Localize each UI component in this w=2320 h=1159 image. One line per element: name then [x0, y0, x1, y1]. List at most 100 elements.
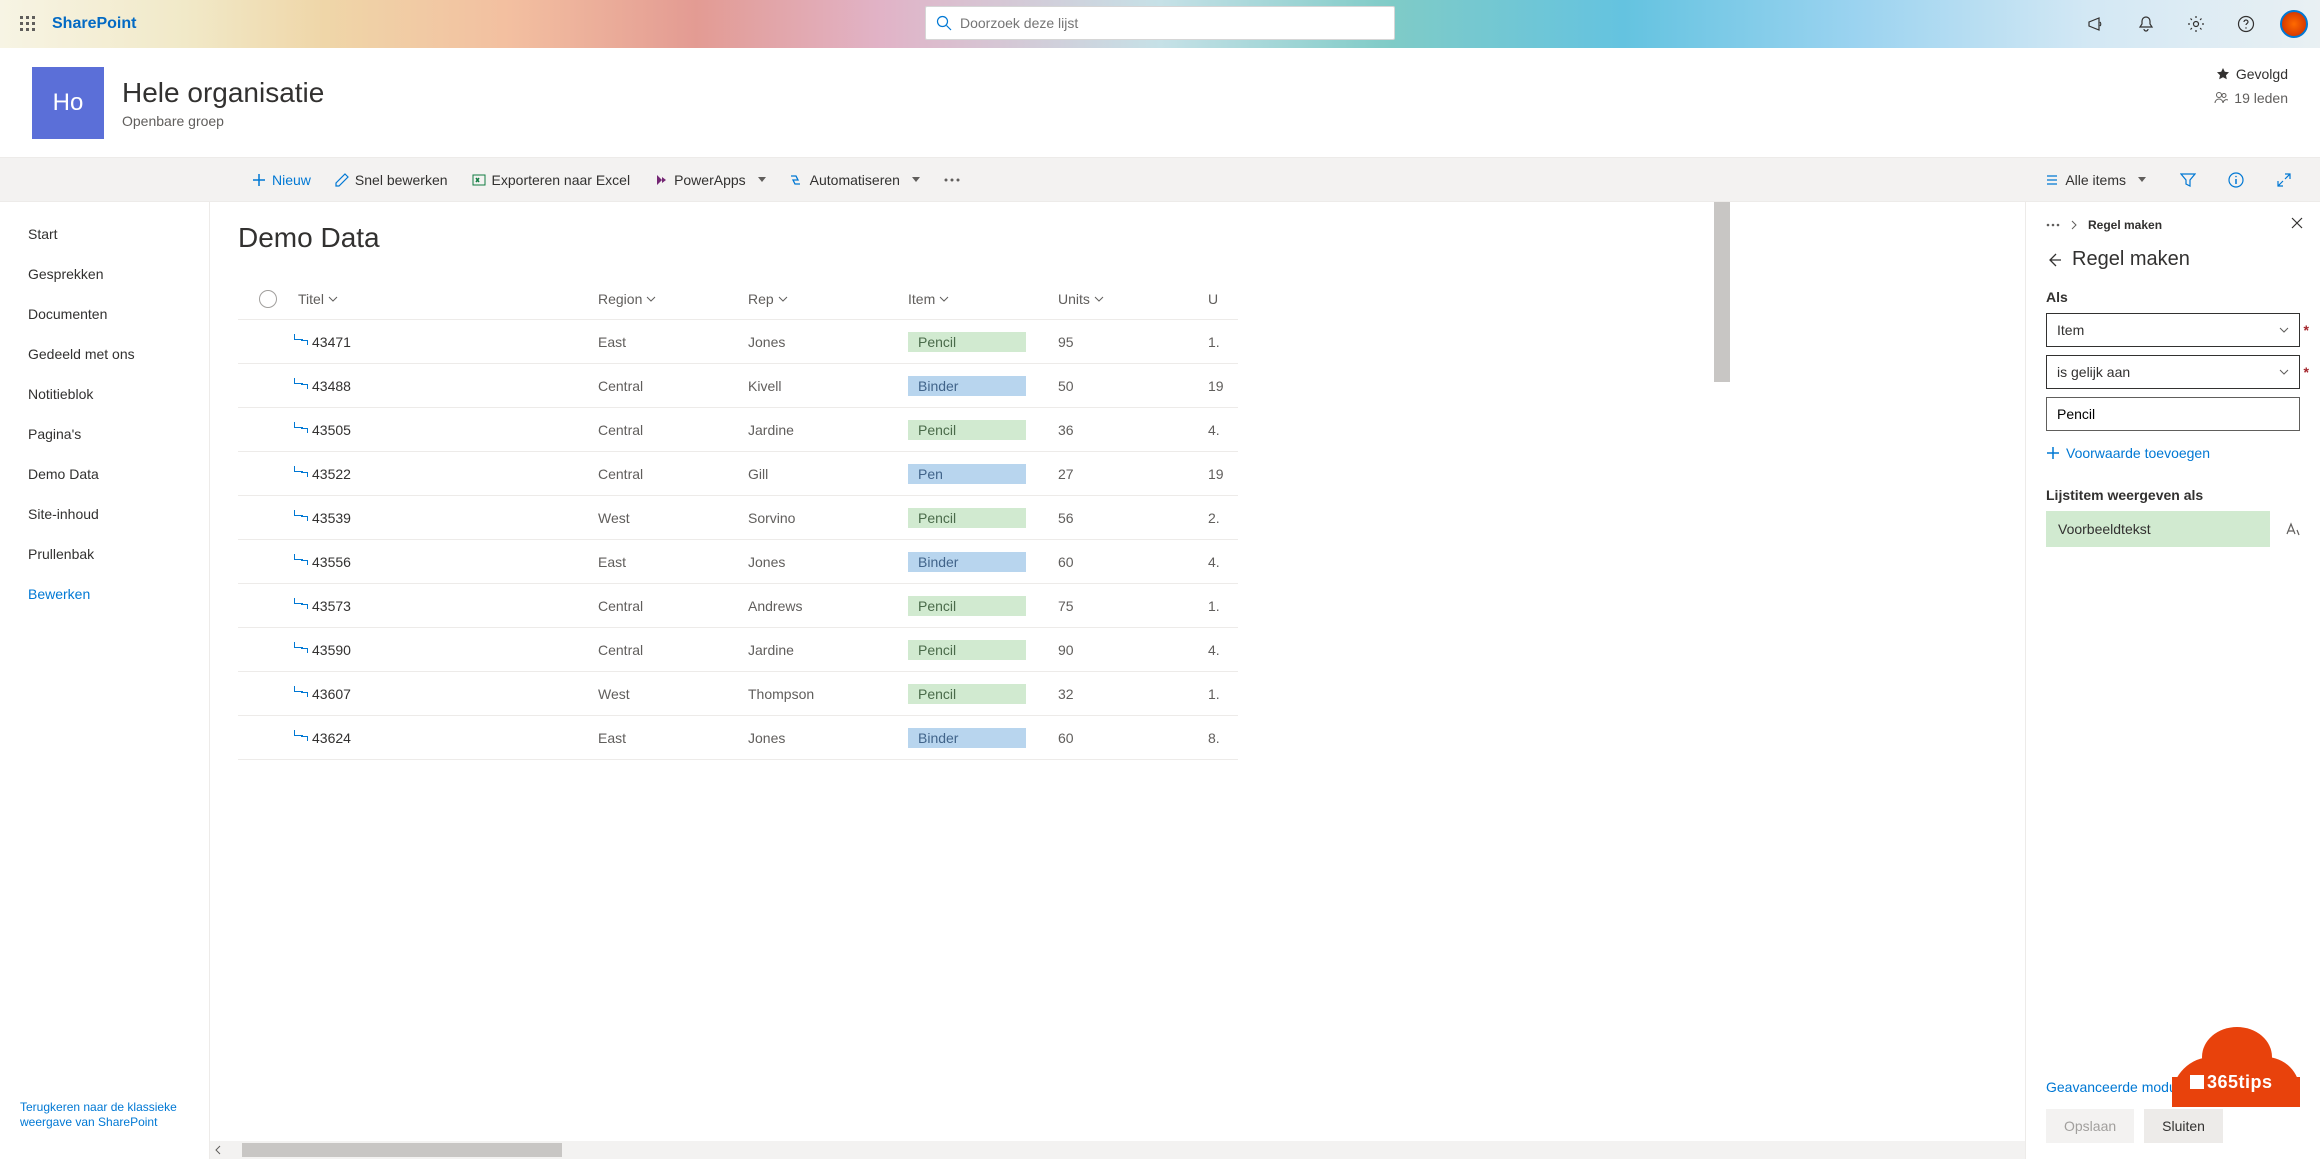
cell-title: 43488: [312, 378, 351, 394]
quick-edit-button[interactable]: Snel bewerken: [325, 164, 458, 196]
chevron-down-icon: [778, 294, 788, 304]
table-row[interactable]: 43471EastJonesPencil951.: [238, 320, 1238, 364]
close-panel-button[interactable]: [2290, 216, 2304, 233]
cell-rep: Jones: [748, 730, 908, 746]
column-header-rep[interactable]: Rep: [748, 291, 908, 307]
field-select[interactable]: Item: [2046, 313, 2300, 347]
expand-icon: [2276, 172, 2292, 188]
nav-item-notitieblok[interactable]: Notitieblok: [0, 374, 209, 414]
item-type-icon: [298, 642, 306, 650]
megaphone-icon[interactable]: [2080, 8, 2112, 40]
advanced-mode-link[interactable]: Geavanceerde modus: [2046, 1079, 2300, 1095]
save-button[interactable]: Opslaan: [2046, 1109, 2134, 1143]
plus-icon: [2046, 446, 2060, 460]
table-row[interactable]: 43590CentralJardinePencil904.: [238, 628, 1238, 672]
nav-item-bewerken[interactable]: Bewerken: [0, 574, 209, 614]
members-count[interactable]: 19 leden: [2214, 90, 2288, 106]
sample-preview: Voorbeeldtekst: [2046, 511, 2270, 547]
expand-button[interactable]: [2268, 164, 2300, 196]
table-header: Titel Region Rep Item Units U: [238, 278, 1238, 320]
font-style-icon[interactable]: [2284, 521, 2300, 537]
item-type-icon: [298, 334, 306, 342]
classic-view-link[interactable]: Terugkeren naar de klassieke weergave va…: [0, 1088, 209, 1147]
cell-item-pill: Binder: [908, 376, 1026, 396]
cell-u: 19: [1208, 378, 1238, 394]
cell-rep: Andrews: [748, 598, 908, 614]
back-icon[interactable]: [2046, 252, 2062, 268]
cell-region: Central: [598, 642, 748, 658]
cell-u: 1.: [1208, 334, 1238, 350]
site-name[interactable]: Hele organisatie: [122, 77, 324, 109]
nav-item-pagina-s[interactable]: Pagina's: [0, 414, 209, 454]
table-row[interactable]: 43505CentralJardinePencil364.: [238, 408, 1238, 452]
select-all-checkbox[interactable]: [259, 290, 277, 308]
new-button[interactable]: Nieuw: [242, 164, 321, 196]
nav-item-demo-data[interactable]: Demo Data: [0, 454, 209, 494]
nav-item-gedeeld-met-ons[interactable]: Gedeeld met ons: [0, 334, 209, 374]
add-condition-button[interactable]: Voorwaarde toevoegen: [2046, 445, 2300, 461]
more-button[interactable]: [934, 164, 970, 196]
condition-select[interactable]: is gelijk aan: [2046, 355, 2300, 389]
table-row[interactable]: 43556EastJonesBinder604.: [238, 540, 1238, 584]
search-box[interactable]: [925, 6, 1395, 40]
excel-icon: [472, 173, 486, 187]
item-type-icon: [298, 554, 306, 562]
chevron-down-icon: [1094, 294, 1104, 304]
column-header-region[interactable]: Region: [598, 291, 748, 307]
automate-button[interactable]: Automatiseren: [780, 164, 930, 196]
vertical-scrollbar[interactable]: [1714, 202, 1730, 1141]
list-title: Demo Data: [238, 218, 2025, 278]
cell-units: 60: [1058, 730, 1208, 746]
app-launcher[interactable]: [12, 8, 44, 40]
nav-item-start[interactable]: Start: [0, 214, 209, 254]
brand-name[interactable]: SharePoint: [52, 15, 136, 33]
cell-item-pill: Binder: [908, 728, 1026, 748]
cell-region: Central: [598, 378, 748, 394]
chevron-down-icon: [2279, 367, 2289, 377]
value-input[interactable]: [2046, 397, 2300, 431]
powerapps-button[interactable]: PowerApps: [644, 164, 776, 196]
export-excel-button[interactable]: Exporteren naar Excel: [462, 164, 641, 196]
column-header-title[interactable]: Titel: [298, 291, 598, 307]
cell-rep: Jardine: [748, 422, 908, 438]
close-button[interactable]: Sluiten: [2144, 1109, 2223, 1143]
view-selector[interactable]: Alle items: [2035, 164, 2156, 196]
nav-item-prullenbak[interactable]: Prullenbak: [0, 534, 209, 574]
avatar[interactable]: [2280, 10, 2308, 38]
help-icon[interactable]: [2230, 8, 2262, 40]
panel-breadcrumb: Regel maken: [2046, 218, 2300, 232]
column-header-u[interactable]: U: [1208, 291, 1238, 307]
cell-region: East: [598, 554, 748, 570]
filter-button[interactable]: [2172, 164, 2204, 196]
info-button[interactable]: [2220, 164, 2252, 196]
ellipsis-icon[interactable]: [2046, 223, 2060, 227]
table-row[interactable]: 43624EastJonesBinder608.: [238, 716, 1238, 760]
ellipsis-icon: [944, 178, 960, 182]
gear-icon[interactable]: [2180, 8, 2212, 40]
nav-item-gesprekken[interactable]: Gesprekken: [0, 254, 209, 294]
list-main: Demo Data Titel Region Rep Item Units U …: [210, 202, 2025, 1159]
site-header: Ho Hele organisatie Openbare groep Gevol…: [0, 48, 2320, 158]
nav-item-documenten[interactable]: Documenten: [0, 294, 209, 334]
chevron-left-icon[interactable]: [213, 1145, 223, 1155]
column-header-units[interactable]: Units: [1058, 291, 1208, 307]
table-row[interactable]: 43522CentralGillPen2719: [238, 452, 1238, 496]
cell-item-pill: Pencil: [908, 684, 1026, 704]
item-type-icon: [298, 422, 306, 430]
table-row[interactable]: 43539WestSorvinoPencil562.: [238, 496, 1238, 540]
pencil-icon: [335, 173, 349, 187]
cell-units: 27: [1058, 466, 1208, 482]
table-row[interactable]: 43488CentralKivellBinder5019: [238, 364, 1238, 408]
search-input[interactable]: [960, 15, 1384, 31]
table-row[interactable]: 43607WestThompsonPencil321.: [238, 672, 1238, 716]
horizontal-scrollbar[interactable]: [210, 1141, 2025, 1159]
flow-icon: [790, 173, 804, 187]
follow-toggle[interactable]: Gevolgd: [2214, 66, 2288, 82]
nav-item-site-inhoud[interactable]: Site-inhoud: [0, 494, 209, 534]
cell-region: Central: [598, 598, 748, 614]
cell-item-pill: Pencil: [908, 640, 1026, 660]
bell-icon[interactable]: [2130, 8, 2162, 40]
table-row[interactable]: 43573CentralAndrewsPencil751.: [238, 584, 1238, 628]
column-header-item[interactable]: Item: [908, 291, 1058, 307]
show-as-label: Lijstitem weergeven als: [2046, 487, 2300, 503]
